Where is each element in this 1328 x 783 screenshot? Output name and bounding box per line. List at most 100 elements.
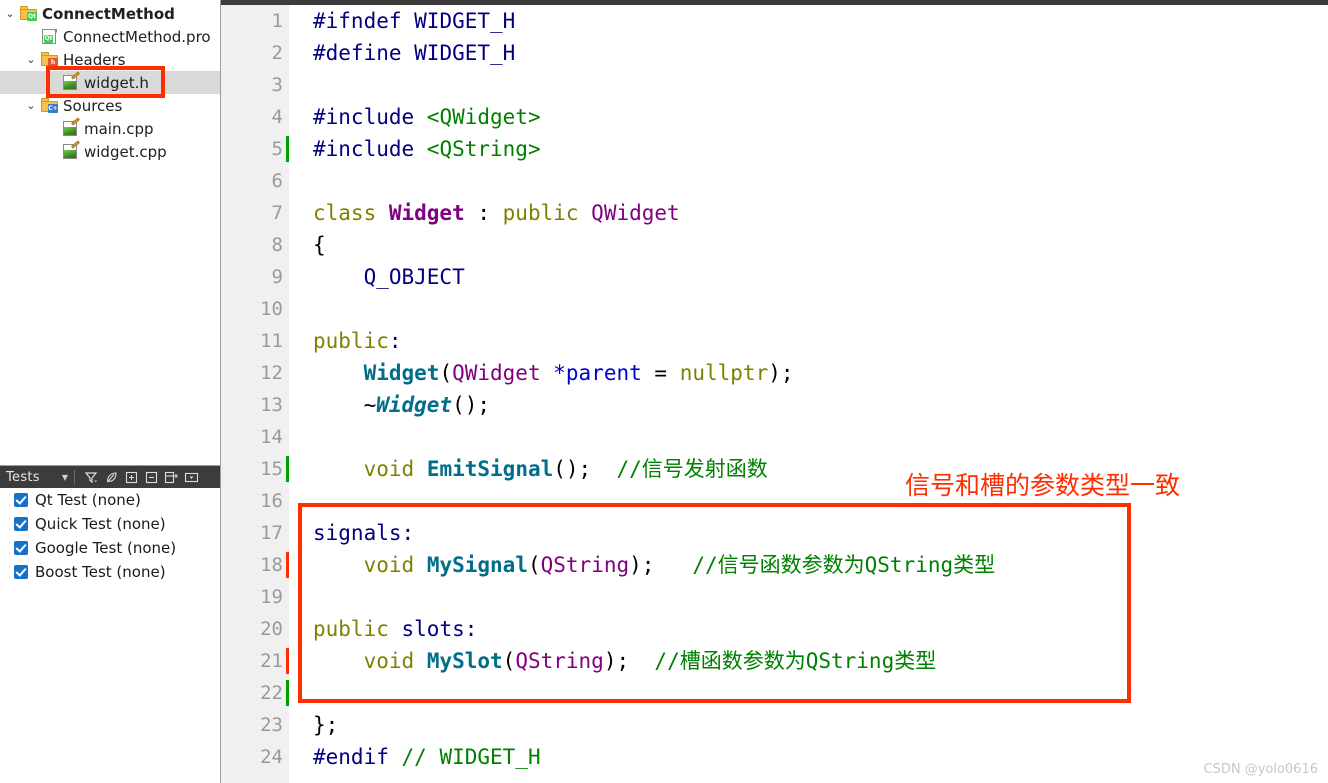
code-token: Widget — [376, 393, 453, 417]
line-number: 24 — [260, 746, 283, 768]
gutter-line[interactable]: 3 — [221, 69, 289, 101]
code-line[interactable] — [313, 165, 1328, 197]
line-number-gutter[interactable]: 1234567▼89101112131415161718192021222324 — [221, 5, 301, 783]
tree-item-widget-h[interactable]: widget.h — [0, 71, 220, 94]
collapse-all-icon[interactable] — [141, 468, 161, 486]
options-icon[interactable] — [181, 468, 201, 486]
test-item[interactable]: Qt Test (none) — [0, 488, 220, 512]
code-token: public — [502, 201, 579, 225]
code-line[interactable]: #define WIDGET_H — [313, 37, 1328, 69]
code-line[interactable]: signals: — [313, 517, 1328, 549]
tree-item-headers[interactable]: ⌄ h Headers — [0, 48, 220, 71]
code-line[interactable] — [313, 293, 1328, 325]
code-token: ( — [439, 361, 453, 385]
line-number: 20 — [260, 618, 283, 640]
test-item[interactable]: Google Test (none) — [0, 536, 220, 560]
checkbox-checked-icon[interactable] — [14, 541, 28, 555]
code-token: *parent — [553, 361, 642, 385]
code-token: void — [363, 457, 415, 481]
code-token: = — [641, 361, 680, 385]
gutter-line[interactable]: 10 — [221, 293, 289, 325]
code-line[interactable]: }; — [313, 709, 1328, 741]
tree-item-label: Sources — [63, 96, 123, 115]
line-number: 14 — [260, 426, 283, 448]
gutter-line[interactable]: 15 — [221, 453, 289, 485]
code-line[interactable]: ~Widget(); — [313, 389, 1328, 421]
code-line[interactable] — [313, 69, 1328, 101]
code-line[interactable]: #include <QWidget> — [313, 101, 1328, 133]
gutter-line[interactable]: 24 — [221, 741, 289, 773]
checkbox-checked-icon[interactable] — [14, 517, 28, 531]
code-line[interactable]: void MySignal(QString); //信号函数参数为QString… — [313, 549, 1328, 581]
code-line[interactable]: class Widget : public QWidget — [313, 197, 1328, 229]
code-area[interactable]: 1234567▼89101112131415161718192021222324… — [221, 5, 1328, 783]
gutter-line[interactable]: 22 — [221, 677, 289, 709]
code-line[interactable]: Widget(QWidget *parent = nullptr); — [313, 357, 1328, 389]
gutter-line[interactable]: 19 — [221, 581, 289, 613]
code-token: Widget — [388, 201, 465, 225]
code-line[interactable]: Q_OBJECT — [313, 261, 1328, 293]
gutter-line[interactable]: 5 — [221, 133, 289, 165]
code-line[interactable]: #endif // WIDGET_H — [313, 741, 1328, 773]
tree-item-widget-cpp[interactable]: widget.cpp — [0, 140, 220, 163]
code-text[interactable]: #ifndef WIDGET_H #define WIDGET_H #includ… — [289, 5, 1328, 783]
tree-item-main-cpp[interactable]: main.cpp — [0, 117, 220, 140]
gutter-line[interactable]: 20 — [221, 613, 289, 645]
code-line[interactable]: void MySlot(QString); //槽函数参数为QString类型 — [313, 645, 1328, 677]
gutter-line[interactable]: 13 — [221, 389, 289, 421]
gutter-line[interactable]: 9 — [221, 261, 289, 293]
code-line[interactable]: #include <QString> — [313, 133, 1328, 165]
gutter-line[interactable]: 2 — [221, 37, 289, 69]
tree-item-connectmethod[interactable]: ⌄ Qt ConnectMethod — [0, 2, 220, 25]
checkbox-checked-icon[interactable] — [14, 565, 28, 579]
test-item[interactable]: Quick Test (none) — [0, 512, 220, 536]
filter-icon[interactable] — [81, 468, 101, 486]
project-tree[interactable]: ⌄ Qt ConnectMethod Qt ConnectMethod.pro ⌄ h He… — [0, 0, 220, 465]
code-line[interactable] — [313, 677, 1328, 709]
code-token: public — [313, 617, 389, 641]
gutter-line[interactable]: 18 — [221, 549, 289, 581]
chevron-down-icon[interactable]: ⌄ — [21, 100, 41, 111]
tests-list[interactable]: Qt Test (none) Quick Test (none) Google Te… — [0, 488, 220, 584]
gutter-line[interactable]: 12 — [221, 357, 289, 389]
code-editor[interactable]: 1234567▼89101112131415161718192021222324… — [221, 0, 1328, 783]
line-number: 4 — [271, 106, 283, 128]
gutter-line[interactable]: 8 — [221, 229, 289, 261]
code-line[interactable] — [313, 421, 1328, 453]
gutter-line[interactable]: 14 — [221, 421, 289, 453]
test-item[interactable]: Boost Test (none) — [0, 560, 220, 584]
gutter-line[interactable]: 11 — [221, 325, 289, 357]
gutter-line[interactable]: 23 — [221, 709, 289, 741]
expand-all-icon[interactable] — [121, 468, 141, 486]
gutter-line[interactable]: 4 — [221, 101, 289, 133]
chevron-down-icon[interactable]: ▼ — [62, 473, 68, 482]
checkbox-checked-icon[interactable] — [14, 493, 28, 507]
tree-item-sources[interactable]: ⌄ C+ Sources — [0, 94, 220, 117]
leaf-icon[interactable] — [101, 468, 121, 486]
code-token: : — [464, 617, 478, 641]
file-source-icon — [62, 140, 80, 159]
gutter-line[interactable]: 21 — [221, 645, 289, 677]
expand-node-icon[interactable] — [161, 468, 181, 486]
code-line[interactable] — [313, 581, 1328, 613]
gutter-line[interactable]: 7▼ — [221, 197, 301, 229]
code-line[interactable]: public: — [313, 325, 1328, 357]
code-token: ); — [629, 553, 693, 577]
code-line[interactable]: { — [313, 229, 1328, 261]
watermark: CSDN @yolo0616 — [1203, 762, 1319, 777]
code-token: nullptr — [679, 361, 769, 385]
chevron-down-icon[interactable]: ⌄ — [21, 54, 41, 65]
gutter-line[interactable]: 16 — [221, 485, 289, 517]
tests-toolbar[interactable]: Tests ▼ — [0, 466, 220, 488]
tree-item-connectmethod-pro[interactable]: Qt ConnectMethod.pro — [0, 25, 220, 48]
gutter-line[interactable]: 17 — [221, 517, 289, 549]
line-number: 17 — [260, 522, 283, 544]
gutter-line[interactable]: 1 — [221, 5, 289, 37]
chevron-down-icon[interactable]: ⌄ — [0, 8, 20, 19]
code-line[interactable]: #ifndef WIDGET_H — [313, 5, 1328, 37]
code-line[interactable]: public slots: — [313, 613, 1328, 645]
code-token: QString — [540, 553, 630, 577]
gutter-line[interactable]: 6 — [221, 165, 289, 197]
